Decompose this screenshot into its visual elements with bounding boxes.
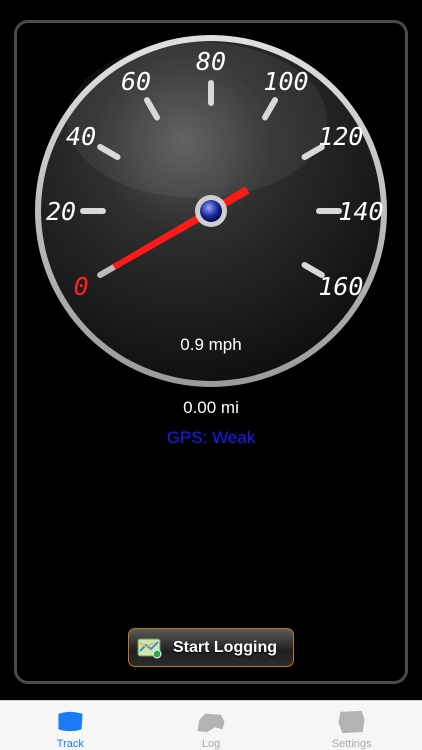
map-icon — [137, 638, 162, 658]
track-icon — [58, 711, 83, 732]
log-icon — [197, 713, 225, 733]
start-logging-label: Start Logging — [173, 638, 277, 656]
gauge-tick-label: 40 — [66, 122, 96, 151]
distance-readout: 0.00 mi — [183, 398, 239, 417]
gauge-tick-label: 140 — [338, 197, 383, 226]
settings-icon — [338, 710, 365, 734]
tab-log[interactable]: Log — [141, 701, 282, 750]
start-logging-button[interactable]: Start Logging — [128, 628, 294, 667]
speed-readout: 0.9 mph — [180, 335, 241, 354]
tab-track-label: Track — [56, 738, 84, 750]
gauge-tick-label: 100 — [263, 67, 308, 96]
tab-log-label: Log — [201, 738, 221, 750]
tab-settings-label: Settings — [331, 738, 372, 750]
tab-track[interactable]: Track — [0, 701, 141, 750]
tab-bar: Track Log Settings — [0, 700, 422, 750]
gauge-tick-label: 20 — [46, 197, 76, 226]
gauge-tick-label: 60 — [121, 67, 151, 96]
tab-settings[interactable]: Settings — [281, 701, 422, 750]
needle-hub — [200, 200, 222, 222]
gauge-tick-label: 0 — [74, 272, 89, 301]
gauge-tick-label: 120 — [318, 122, 363, 151]
gauge-tick-label: 160 — [318, 272, 363, 301]
gps-status: GPS: Weak — [166, 428, 256, 447]
speedometer-gauge: 0 20 40 60 80 100 120 140 160 0.9 mph — [35, 35, 387, 387]
gauge-tick-label: 80 — [196, 47, 226, 76]
